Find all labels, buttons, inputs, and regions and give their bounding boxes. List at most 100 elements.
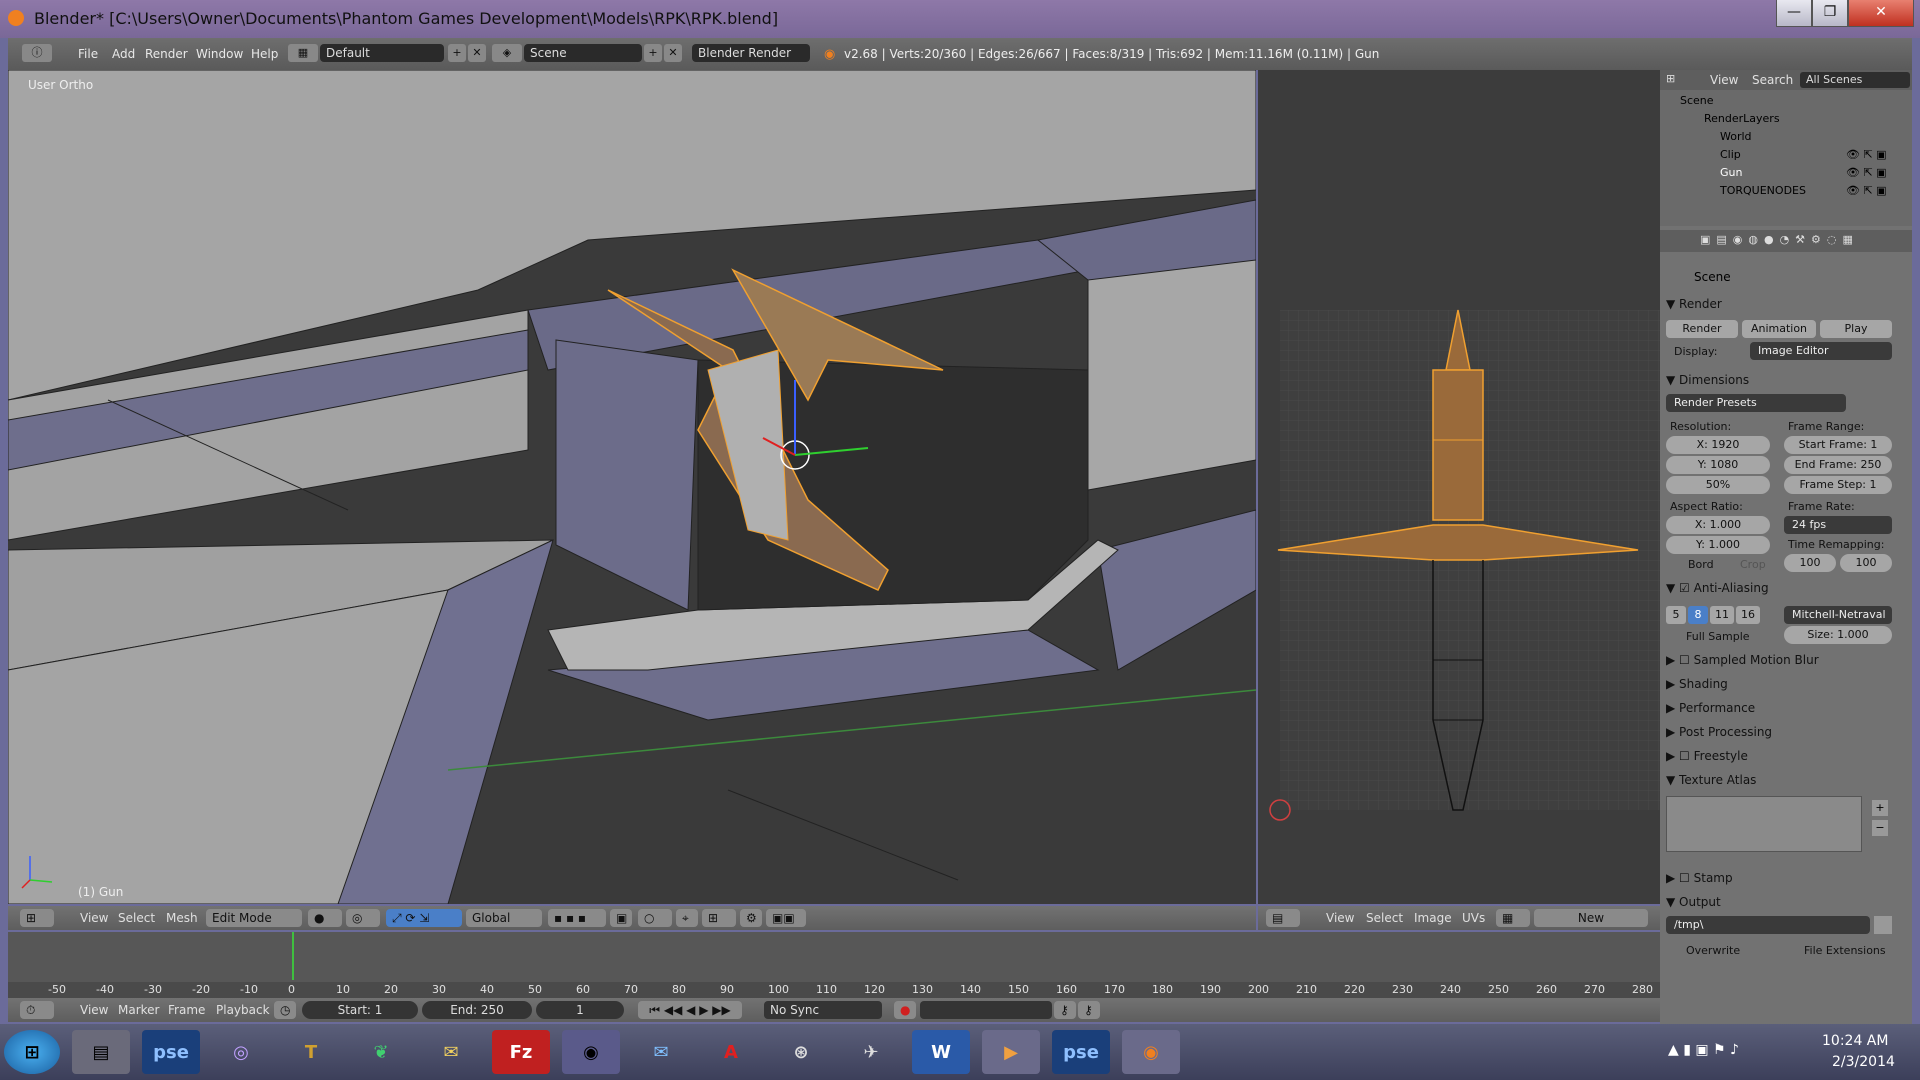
outliner-filter-select[interactable]: All Scenes [1800, 72, 1910, 88]
file-extensions-checkbox[interactable]: File Extensions [1804, 944, 1886, 957]
uv-menu-uvs[interactable]: UVs [1462, 911, 1485, 925]
aspect-y-field[interactable]: Y: 1.000 [1666, 536, 1770, 554]
outliner-item-gun[interactable]: Gun [1720, 166, 1742, 179]
crop-checkbox-label[interactable]: Crop [1740, 558, 1766, 571]
properties-context-icons[interactable]: ▣▤◉◍●◔⚒⚙◌▦ [1700, 233, 1859, 246]
frame-rate-select[interactable]: 24 fps [1784, 516, 1892, 534]
pse-icon[interactable]: pse [142, 1030, 200, 1074]
output-path-field[interactable]: /tmp\ [1666, 916, 1870, 934]
end-frame-field[interactable]: End: 250 [422, 1001, 532, 1019]
uv-canvas[interactable] [1258, 70, 1660, 904]
blackbird-icon[interactable]: ✈ [842, 1030, 900, 1074]
blender-icon[interactable]: ◉ [1122, 1030, 1180, 1074]
filezilla-icon[interactable]: Fz [492, 1030, 550, 1074]
clock-time[interactable]: 10:24 AM [1822, 1033, 1888, 1049]
playback-controls[interactable]: ⏮ ◀◀ ◀ ▶ ▶▶ ⏭ [638, 1001, 742, 1035]
shading-select[interactable]: ● [308, 909, 342, 927]
current-frame-field[interactable]: 1 [536, 1001, 624, 1019]
scene-select[interactable]: Scene [524, 44, 642, 62]
outliner-menu-search[interactable]: Search [1752, 73, 1793, 87]
preview-range-toggle[interactable]: ◷ [274, 1001, 296, 1019]
folder-browse-icon[interactable] [1874, 916, 1892, 934]
tray-icons[interactable]: ▲ ▮ ▣ ⚑ ♪ [1668, 1042, 1739, 1058]
aa-samples-5[interactable]: 5 [1666, 606, 1686, 624]
texture-atlas-list[interactable] [1666, 796, 1862, 852]
outliner-menu-view[interactable]: View [1710, 73, 1738, 87]
pse2-icon[interactable]: pse [1052, 1030, 1110, 1074]
opengl-render-buttons[interactable]: ▣▣ [766, 909, 806, 927]
adobe-icon[interactable]: A [702, 1030, 760, 1074]
snap-element-select[interactable]: ⊞ [702, 909, 736, 927]
timeline[interactable]: -50 -40 -30 -20 -10 0 10 20 30 40 50 60 70 80 90 100 110… [8, 932, 1660, 998]
current-frame-marker[interactable] [292, 932, 294, 980]
render-presets-select[interactable]: Render Presets [1666, 394, 1846, 412]
menu-add[interactable]: Add [112, 47, 135, 61]
snap-toggle[interactable]: ⌖ [676, 909, 698, 927]
aa-samples-8[interactable]: 8 [1688, 606, 1708, 624]
panel-render-header[interactable]: ▼ Render [1666, 294, 1892, 314]
frame-step-field[interactable]: Frame Step: 1 [1784, 476, 1892, 494]
panel-texture-atlas-header[interactable]: ▼ Texture Atlas [1666, 770, 1892, 790]
proportional-edit[interactable]: ○ [638, 909, 672, 927]
aa-filter-select[interactable]: Mitchell-Netraval [1784, 606, 1892, 624]
occlude-toggle[interactable]: ▣ [610, 909, 632, 927]
uv-menu-image[interactable]: Image [1414, 911, 1452, 925]
visibility-eye-icon[interactable]: 👁 ⇱ ▣ [1846, 166, 1887, 179]
viewport-menu-view[interactable]: View [80, 911, 108, 925]
aspect-x-field[interactable]: X: 1.000 [1666, 516, 1770, 534]
play-button[interactable]: Play [1820, 320, 1892, 338]
remap-old-field[interactable]: 100 [1784, 554, 1836, 572]
layout-icon[interactable]: ▦ [288, 44, 318, 62]
menu-window[interactable]: Window [196, 47, 243, 61]
display-select[interactable]: Image Editor [1750, 342, 1892, 360]
render-button[interactable]: Render [1666, 320, 1738, 338]
outliner-item-renderlayers[interactable]: RenderLayers [1704, 112, 1780, 125]
manipulator-toggles[interactable]: ⤢ ⟳ ⇲ [386, 909, 462, 927]
end-frame-field[interactable]: End Frame: 250 [1784, 456, 1892, 474]
resolution-x-field[interactable]: X: 1920 [1666, 436, 1770, 454]
uv-menu-view[interactable]: View [1326, 911, 1354, 925]
outliner-editor-icon[interactable]: ⊞ [1666, 72, 1675, 85]
start-frame-field[interactable]: Start: 1 [302, 1001, 418, 1019]
thunderbird-icon[interactable]: ✉ [632, 1030, 690, 1074]
scene-icon[interactable]: ◈ [492, 44, 522, 62]
panel-stamp-header[interactable]: ▶ ☐ Stamp [1666, 868, 1892, 888]
timeline-menu-view[interactable]: View [80, 1003, 108, 1017]
image-browse-button[interactable]: ▦ [1496, 909, 1530, 927]
panel-output-header[interactable]: ▼ Output [1666, 892, 1892, 912]
panel-post-processing-header[interactable]: ▶ Post Processing [1666, 722, 1892, 742]
add-scene-button[interactable]: + [644, 44, 662, 62]
editor-type-menu[interactable]: ⏱ [20, 1001, 54, 1019]
maximize-button[interactable]: ❐ [1812, 0, 1848, 27]
unity-icon[interactable]: ◎ [212, 1030, 270, 1074]
clock-date[interactable]: 2/3/2014 [1832, 1054, 1895, 1070]
panel-anti-aliasing-header[interactable]: ▼ ☑ Anti-Aliasing [1666, 578, 1892, 598]
resolution-y-field[interactable]: Y: 1080 [1666, 456, 1770, 474]
animation-button[interactable]: Animation [1742, 320, 1816, 338]
panel-freestyle-header[interactable]: ▶ ☐ Freestyle [1666, 746, 1892, 766]
layout-select[interactable]: Default [320, 44, 444, 62]
uv-island-selected[interactable] [1432, 369, 1484, 521]
uv-menu-select[interactable]: Select [1366, 911, 1403, 925]
mode-select[interactable]: Edit Mode [206, 909, 302, 927]
add-layout-button[interactable]: + [448, 44, 466, 62]
certificate-icon[interactable]: ✉ [422, 1030, 480, 1074]
visibility-eye-icon[interactable]: 👁 ⇱ ▣ [1846, 184, 1887, 197]
panel-performance-header[interactable]: ▶ Performance [1666, 698, 1892, 718]
aa-samples-11[interactable]: 11 [1710, 606, 1734, 624]
mesh-canvas[interactable] [8, 70, 1256, 904]
outliner-item-torquenodes[interactable]: TORQUENODES [1720, 184, 1806, 197]
editor-type-menu[interactable]: ⓘ [22, 44, 52, 62]
steam-icon[interactable]: ⊛ [772, 1030, 830, 1074]
menu-render[interactable]: Render [145, 47, 188, 61]
timeline-menu-frame[interactable]: Frame [168, 1003, 205, 1017]
render-engine-select[interactable]: Blender Render [692, 44, 810, 62]
plant-icon[interactable]: ❦ [352, 1030, 410, 1074]
aa-size-field[interactable]: Size: 1.000 [1784, 626, 1892, 644]
start-frame-field[interactable]: Start Frame: 1 [1784, 436, 1892, 454]
panel-dimensions-header[interactable]: ▼ Dimensions [1666, 370, 1892, 390]
3d-viewport[interactable]: User Ortho (1) Gun [8, 70, 1256, 904]
panel-shading-header[interactable]: ▶ Shading [1666, 674, 1892, 694]
menu-file[interactable]: File [78, 47, 98, 61]
outliner-item-world[interactable]: World [1720, 130, 1752, 143]
